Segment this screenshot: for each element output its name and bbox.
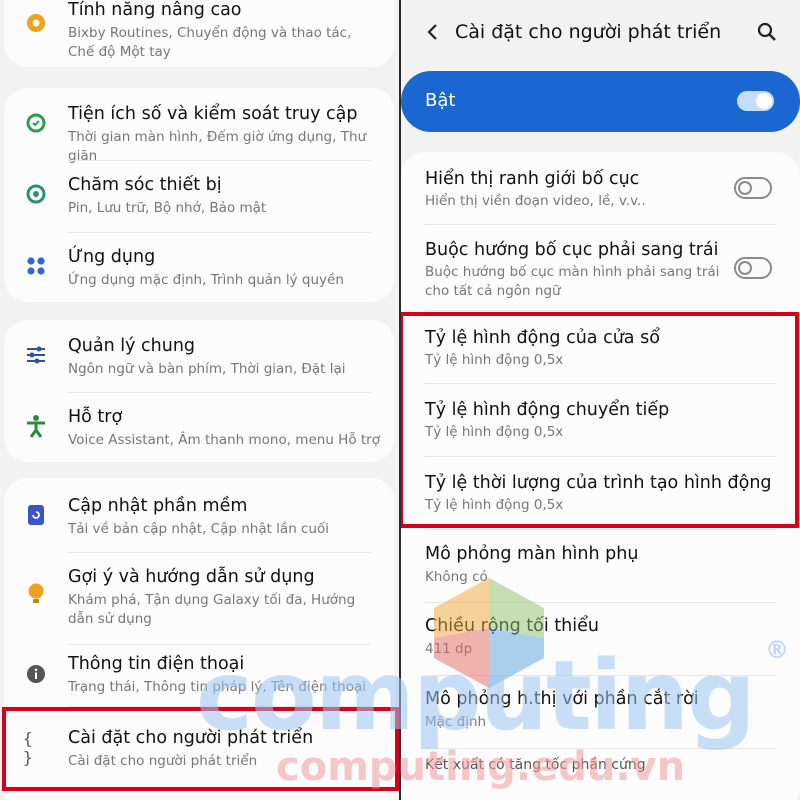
item-title: Ứng dụng xyxy=(68,247,156,267)
item-subtitle: Voice Assistant, Âm thanh mono, menu Hỗ … xyxy=(68,432,380,448)
item-title: Gợi ý và hướng dẫn sử dụng xyxy=(68,567,315,587)
toggle-switch[interactable] xyxy=(734,177,772,199)
highlight-box-developer-options xyxy=(2,707,399,791)
page-title: Cài đặt cho người phát triển xyxy=(455,21,722,43)
settings-item-software-update[interactable]: Cập nhật phần mềm Tải về bản cập nhật, C… xyxy=(4,478,395,550)
item-subtitle: Buộc hướng bố cục màn hình phải sang trá… xyxy=(425,264,720,299)
watermark-logo-icon xyxy=(434,578,544,688)
item-title: Buộc hướng bố cục phải sang trái xyxy=(425,240,719,260)
master-switch-bar[interactable]: Bật xyxy=(401,71,800,132)
settings-item-advanced-features[interactable]: Tính năng nâng cao Bixby Routines, Chuyể… xyxy=(4,0,395,67)
search-icon[interactable] xyxy=(755,20,779,44)
item-title: Tiện ích số và kiểm soát truy cập xyxy=(68,104,358,124)
card-wellbeing: Tiện ích số và kiểm soát truy cập Thời g… xyxy=(4,88,395,302)
master-toggle-knob xyxy=(756,93,772,109)
item-title: Hỗ trợ xyxy=(68,407,123,427)
item-subtitle: Ứng dụng mặc định, Trình quản lý quyền xyxy=(68,272,344,288)
section-header: Kết xuất có tăng tốc phần cứng xyxy=(425,757,646,773)
card-advanced: Tính năng nâng cao Bixby Routines, Chuyể… xyxy=(4,0,395,67)
software-update-icon xyxy=(23,502,49,528)
apps-icon xyxy=(23,253,49,279)
back-arrow-icon[interactable] xyxy=(421,20,445,44)
setting-force-rtl[interactable]: Buộc hướng bố cục phải sang trái Buộc hư… xyxy=(401,225,800,310)
master-toggle[interactable] xyxy=(737,91,774,111)
item-subtitle: Khám phá, Tận dụng Galaxy tối đa, Hướng … xyxy=(68,592,356,627)
highlight-box-animation-scales xyxy=(401,312,799,528)
item-subtitle: Hiển thị viền đoạn video, lề, v.v.. xyxy=(425,193,646,209)
settings-main-pane: Tính năng nâng cao Bixby Routines, Chuyể… xyxy=(0,0,399,800)
item-title: Cập nhật phần mềm xyxy=(68,496,248,516)
digital-wellbeing-icon xyxy=(23,110,49,136)
star-gear-icon xyxy=(23,10,49,36)
item-title: Hiển thị ranh giới bố cục xyxy=(425,169,640,189)
item-subtitle: Tải về bản cập nhật, Cập nhật lần cuối xyxy=(68,521,330,537)
item-subtitle: Pin, Lưu trữ, Bộ nhớ, Bảo mật xyxy=(68,200,267,216)
master-switch-label: Bật xyxy=(425,90,456,111)
tips-icon xyxy=(23,581,49,607)
setting-show-layout-bounds[interactable]: Hiển thị ranh giới bố cục Hiển thị viền … xyxy=(401,152,800,224)
item-title: Thông tin điện thoại xyxy=(68,654,245,674)
settings-item-device-care[interactable]: Chăm sóc thiết bị Pin, Lưu trữ, Bộ nhớ, … xyxy=(4,161,395,231)
setting-hardware-accelerated-rendering: Kết xuất có tăng tốc phần cứng xyxy=(401,749,800,800)
item-title: Tính năng nâng cao xyxy=(68,0,242,20)
about-phone-icon xyxy=(23,661,49,687)
settings-item-general-management[interactable]: Quản lý chung Ngôn ngữ và bàn phím, Thời… xyxy=(4,320,395,392)
item-subtitle: Bixby Routines, Chuyển động và thao tác,… xyxy=(68,25,352,60)
item-title: Mô phỏng màn hình phụ xyxy=(425,544,639,564)
settings-item-about-phone[interactable]: Thông tin điện thoại Trạng thái, Thông t… xyxy=(4,645,395,705)
item-subtitle: Trạng thái, Thông tin pháp lý, Tên điện … xyxy=(68,679,367,695)
settings-item-apps[interactable]: Ứng dụng Ứng dụng mặc định, Trình quản l… xyxy=(4,233,395,302)
card-general: Quản lý chung Ngôn ngữ và bàn phím, Thời… xyxy=(4,320,395,462)
item-subtitle: Mặc định xyxy=(425,714,487,730)
item-title: Mô phỏng h.thị với phần cắt rời xyxy=(425,689,699,709)
item-title: Chăm sóc thiết bị xyxy=(68,175,222,195)
device-care-icon xyxy=(23,181,49,207)
general-management-icon xyxy=(23,342,49,368)
settings-item-accessibility[interactable]: Hỗ trợ Voice Assistant, Âm thanh mono, m… xyxy=(4,393,395,462)
toggle-switch[interactable] xyxy=(734,257,772,279)
item-subtitle: Ngôn ngữ và bàn phím, Thời gian, Đặt lại xyxy=(68,361,346,377)
settings-item-tips[interactable]: Gợi ý và hướng dẫn sử dụng Khám phá, Tận… xyxy=(4,553,395,643)
accessibility-icon xyxy=(23,413,49,439)
item-title: Quản lý chung xyxy=(68,336,196,356)
settings-item-digital-wellbeing[interactable]: Tiện ích số và kiểm soát truy cập Thời g… xyxy=(4,88,395,164)
